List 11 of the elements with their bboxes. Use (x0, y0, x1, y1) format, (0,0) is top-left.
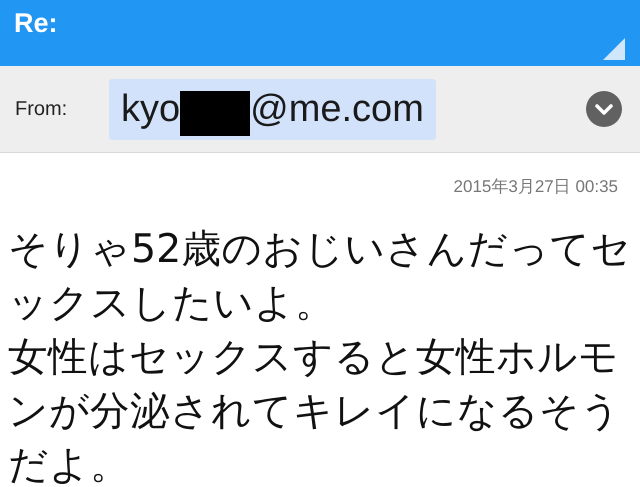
message-line: 女性はセックスすると女性ホルモ (8, 334, 619, 380)
corner-triangle-icon (603, 38, 625, 60)
message-line: だよ。 (8, 442, 130, 487)
from-label: From: (15, 98, 68, 120)
subject-title: Re: (14, 8, 58, 39)
message-line: ックスしたいよ。 (8, 280, 335, 326)
expand-icon[interactable] (586, 91, 622, 127)
sent-date: 2015年3月27日 00:35 (454, 177, 618, 196)
message-line: そりゃ52歳のおじいさんだってセ (8, 226, 632, 272)
sender-chip[interactable]: kyo @me.com (109, 78, 436, 140)
message-line: ンが分泌されてキレイになるそう (8, 388, 621, 434)
